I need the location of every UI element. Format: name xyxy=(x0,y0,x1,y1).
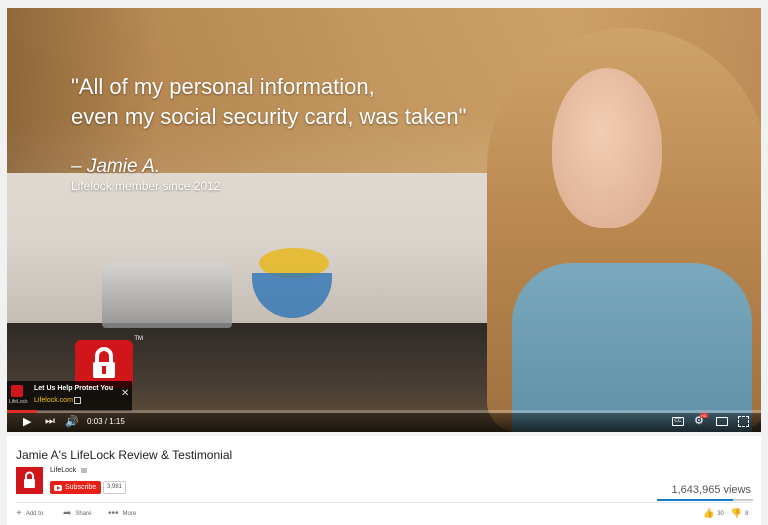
play-icon[interactable]: ▶ xyxy=(23,415,31,428)
video-info-panel: Jamie A's LifeLock Review & Testimonial … xyxy=(7,436,761,525)
thumbs-down-icon[interactable]: 👎 xyxy=(731,508,742,519)
rating-controls: 👍 30 👎 8 xyxy=(703,508,748,519)
member-since: Lifelock member since 2012 xyxy=(71,179,221,193)
external-link-icon xyxy=(74,397,81,404)
next-icon[interactable]: ⏭ xyxy=(45,415,55,428)
toaster xyxy=(102,263,232,328)
ad-title[interactable]: Let Us Help Protect You xyxy=(34,385,113,392)
close-icon[interactable]: ✕ xyxy=(121,388,129,399)
video-title: Jamie A's LifeLock Review & Testimonial xyxy=(16,448,233,462)
woman-shirt xyxy=(512,263,752,432)
ad-lifelock-icon xyxy=(11,385,23,397)
like-ratio-fill xyxy=(657,499,733,501)
divider xyxy=(16,502,752,503)
captions-icon[interactable]: CC xyxy=(672,417,684,426)
theater-mode-icon[interactable] xyxy=(716,417,728,426)
more-button[interactable]: ••• More xyxy=(108,508,136,519)
ad-url[interactable]: Lifelock.com xyxy=(34,397,73,404)
quote-author: – Jamie A. xyxy=(71,156,161,177)
testimonial-quote: "All of my personal information, even my… xyxy=(71,72,466,132)
share-arrow-icon: ➦ xyxy=(63,508,72,519)
like-count: 30 xyxy=(717,510,724,517)
video-player[interactable]: "All of my personal information, even my… xyxy=(7,8,761,432)
plus-icon: + xyxy=(16,508,22,519)
lock-icon xyxy=(24,471,35,488)
share-button[interactable]: ➦ Share xyxy=(63,508,91,519)
more-label: More xyxy=(122,510,137,517)
woman-face xyxy=(552,68,662,228)
hd-badge: HD xyxy=(700,413,708,418)
channel-name[interactable]: LifeLock xyxy=(50,467,76,474)
subscribe-button[interactable]: Subscribe xyxy=(50,481,102,494)
view-count: 1,643,965 views xyxy=(671,484,752,496)
time-display: 0:03 / 1:15 xyxy=(87,417,125,426)
quote-line-1: "All of my personal information, xyxy=(71,74,375,99)
thumbs-up-icon[interactable]: 👍 xyxy=(703,508,714,519)
ad-logo-label: LifeLock xyxy=(9,399,28,405)
volume-icon[interactable]: 🔊 xyxy=(65,415,79,428)
more-dots-icon: ••• xyxy=(108,508,119,519)
ad-overlay[interactable]: LifeLock Let Us Help Protect You Lifeloc… xyxy=(7,381,132,411)
add-to-button[interactable]: + Add to xyxy=(16,508,43,519)
youtube-icon xyxy=(54,484,62,491)
channel-badge-icon xyxy=(81,468,87,473)
add-to-label: Add to xyxy=(25,510,44,517)
quote-line-2: even my social security card, was taken" xyxy=(71,104,467,129)
like-ratio-bar xyxy=(657,499,753,501)
subscriber-count: 3,981 xyxy=(103,481,127,494)
share-label: Share xyxy=(75,510,92,517)
player-controls: ▶ ⏭ 🔊 0:03 / 1:15 CC ⚙ HD xyxy=(7,413,761,432)
channel-avatar[interactable] xyxy=(16,467,43,494)
fullscreen-icon[interactable] xyxy=(738,416,749,427)
dislike-count: 8 xyxy=(745,510,749,517)
subscribe-label: Subscribe xyxy=(65,484,97,491)
